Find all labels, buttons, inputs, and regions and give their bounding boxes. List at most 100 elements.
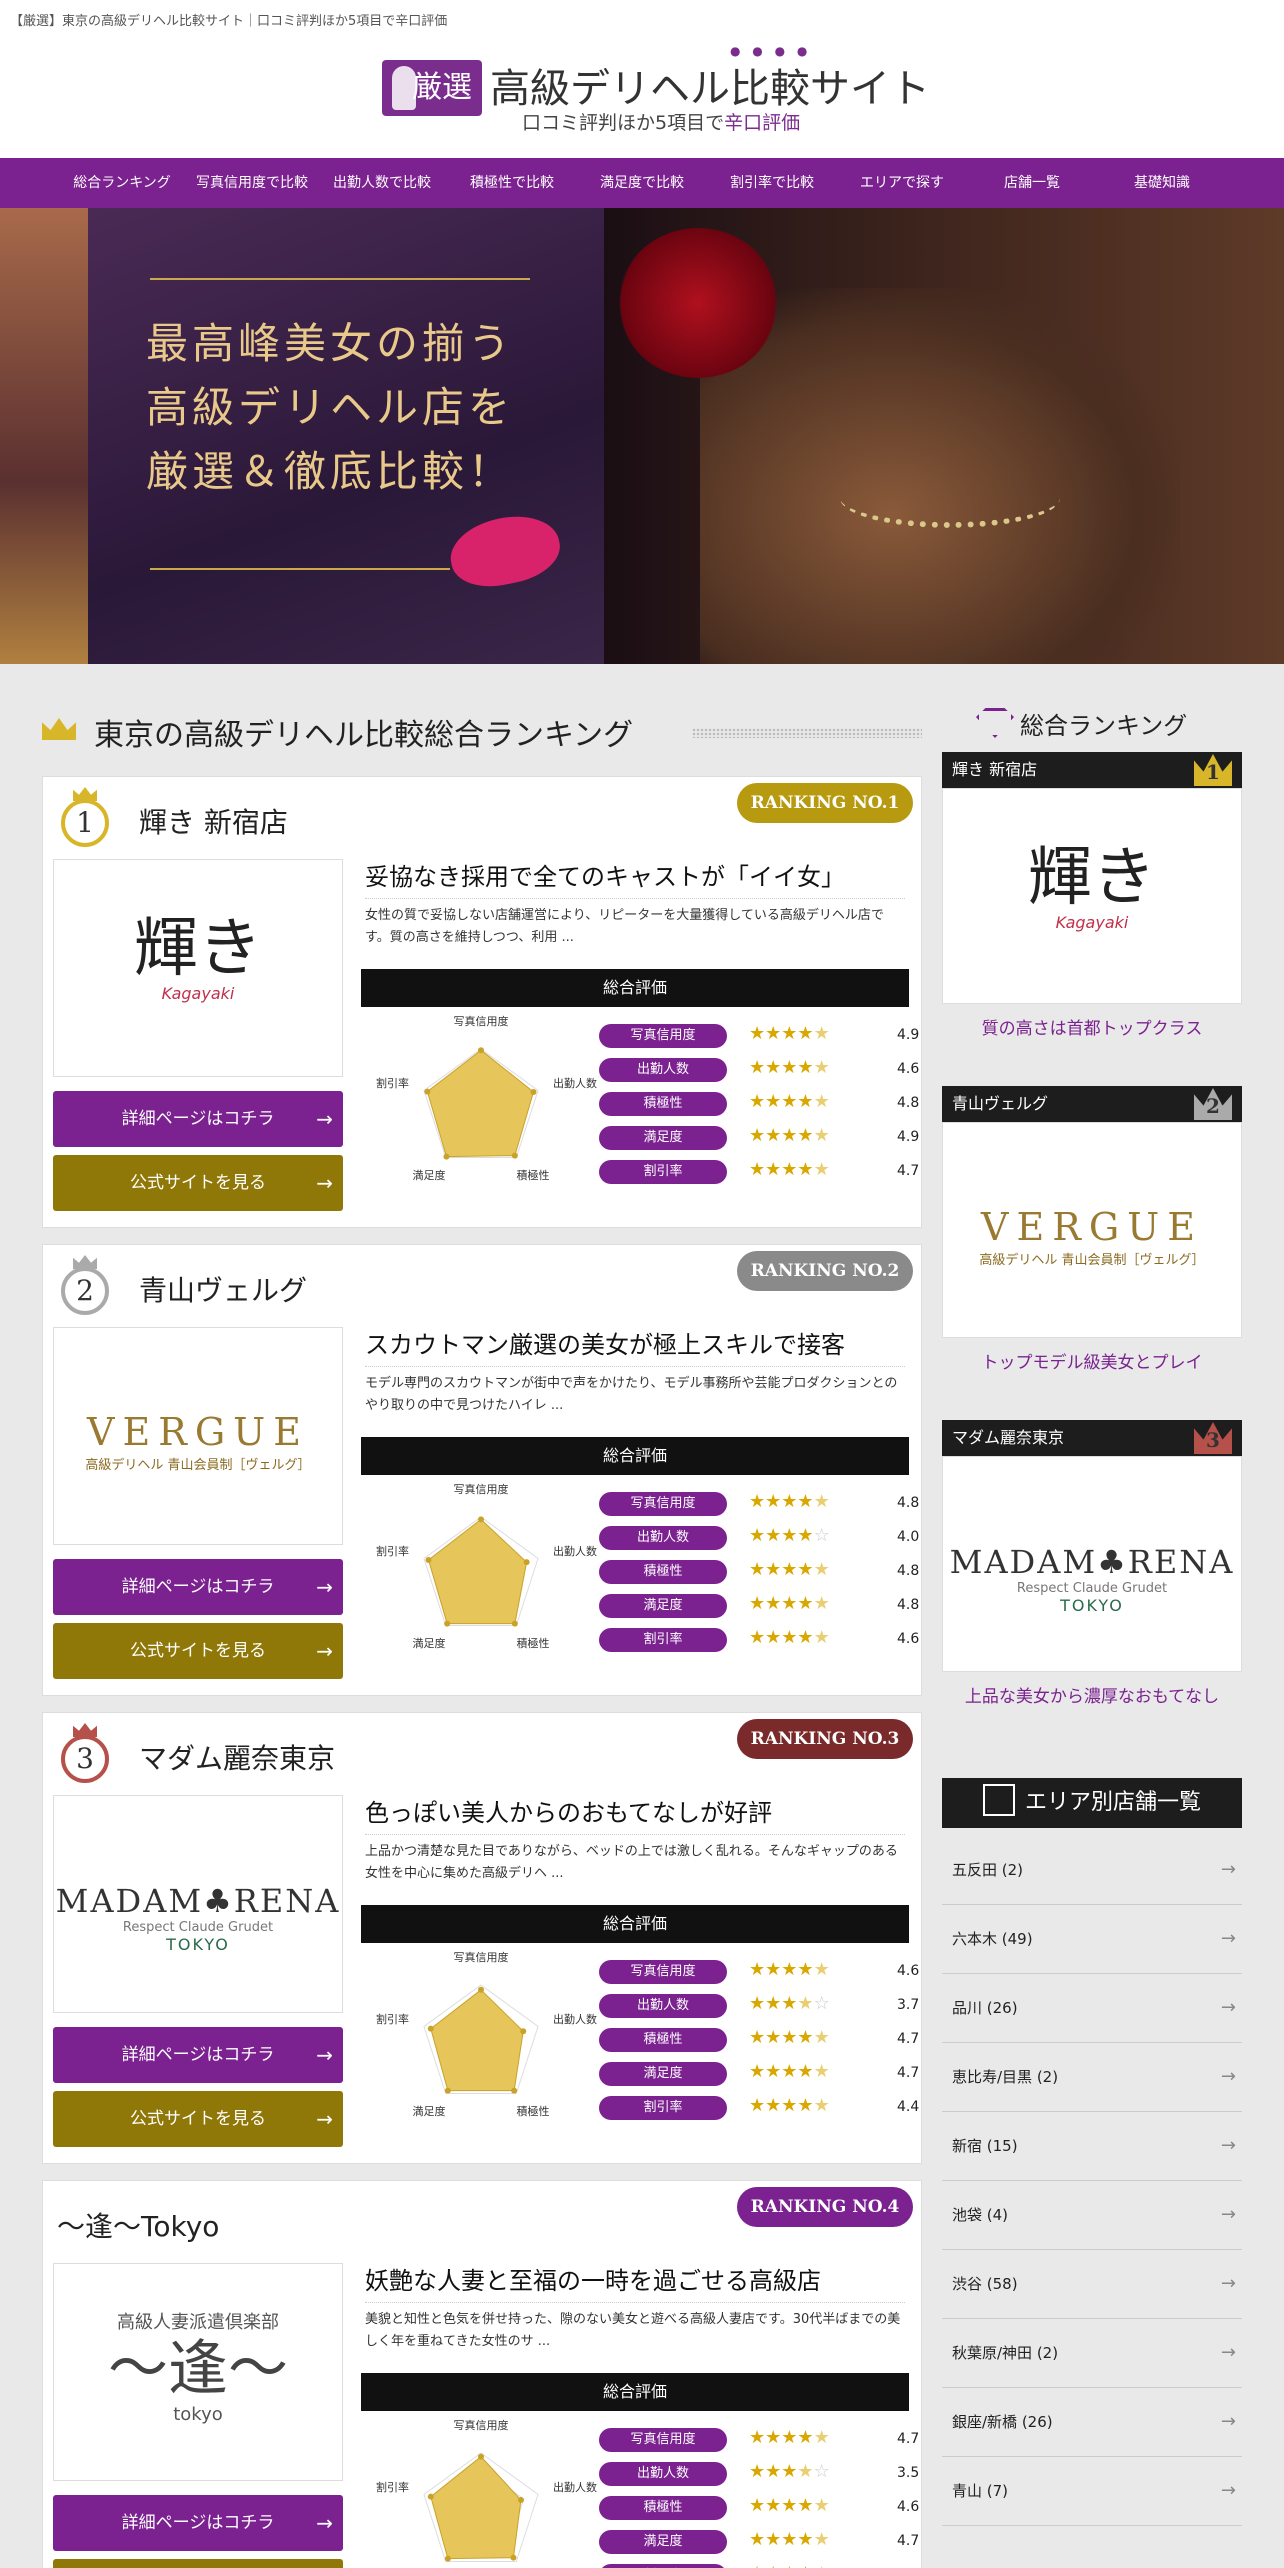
nav-item-8[interactable]: 店舗一覧 [967, 158, 1097, 208]
shop-logo[interactable]: MADAM♣RENA Respect Claude Grudet TOKYO [53, 1795, 343, 2013]
star-icon: ★ [765, 2095, 782, 2116]
sidebar-caption[interactable]: 質の高さは首都トップクラス [942, 1004, 1242, 1054]
official-site-button[interactable]: 公式サイトを見る→ [53, 1623, 343, 1679]
sidebar-shop-logo[interactable]: 輝き Kagayaki [942, 788, 1242, 1004]
area-item[interactable]: 五反田 (2) → [942, 1836, 1242, 1905]
sidebar-shop-logo[interactable]: VERGUE 高級デリヘル 青山会員制［ヴェルグ］ [942, 1122, 1242, 1338]
star-icon: ★ [749, 1627, 766, 1648]
shop-logo-sub: 高級デリヘル 青山会員制［ヴェルグ］ [85, 1458, 311, 1473]
star-icon: ★ [765, 2495, 782, 2516]
score-value: 4.8 [897, 1095, 920, 1111]
shop-logo[interactable]: 高級人妻派遣倶楽部 ～逢～ tokyo [53, 2263, 343, 2481]
area-label: 池袋 (4) [952, 2206, 1009, 2224]
score-label: 積極性 [599, 1092, 727, 1116]
area-item[interactable]: 品川 (26) → [942, 1974, 1242, 2043]
nav-item-6[interactable]: 割引率で比較 [707, 158, 837, 208]
shop-logo-sub: Kagayaki [161, 984, 235, 1003]
area-item[interactable]: 青山 (7) → [942, 2457, 1242, 2526]
sidebar-shop-title: マダム麗奈東京 3 [942, 1420, 1242, 1456]
arrow-right-icon: → [1220, 2342, 1236, 2363]
star-rating: ★★★★★ [749, 1125, 830, 1146]
detail-page-button[interactable]: 詳細ページはコチラ → [53, 1091, 343, 1147]
arrow-right-icon: → [1220, 2480, 1236, 2501]
star-rating: ★★★★☆ [749, 1993, 830, 2014]
star-icon: ★ [749, 2427, 766, 2448]
detail-page-button[interactable]: 詳細ページはコチラ → [53, 2027, 343, 2083]
site-logo[interactable]: 厳選 ● ● ● ● 高級デリヘル比較サイト 口コミ評判ほか5項目で辛口評価 [380, 44, 930, 140]
score-value: 4.0 [897, 1529, 920, 1545]
sidebar-shop-title: 青山ヴェルグ 2 [942, 1086, 1242, 1122]
hero-ornament-bottom [150, 568, 450, 570]
radar-axis-label: 出勤人数 [553, 1544, 597, 1558]
area-item[interactable]: 渋谷 (58) → [942, 2250, 1242, 2319]
star-icon: ★ [749, 1993, 766, 2014]
radar-point [523, 1559, 530, 1566]
arrow-right-icon: → [1220, 1997, 1236, 2018]
area-item[interactable]: 銀座/新橋 (26) → [942, 2388, 1242, 2457]
star-icon: ★ [797, 1593, 814, 1614]
star-icon: ★ [797, 2095, 814, 2116]
score-label: 出勤人数 [599, 1526, 727, 1550]
radar-axis-label: 出勤人数 [553, 2012, 597, 2026]
area-item[interactable]: 恵比寿/目黒 (2) → [942, 2043, 1242, 2112]
nav-item-7[interactable]: エリアで探す [837, 158, 967, 208]
nav-item-9[interactable]: 基礎知識 [1097, 158, 1227, 208]
radar-point [511, 1152, 518, 1159]
shop-name[interactable]: マダム麗奈東京 [139, 1737, 335, 1777]
shop-name[interactable]: ～逢～Tokyo [57, 2205, 219, 2245]
star-icon: ★ [781, 1057, 798, 1078]
star-icon: ★ [797, 1125, 814, 1146]
nav-item-1[interactable]: 総合ランキング [57, 158, 187, 208]
shop-logo[interactable]: 輝き Kagayaki [53, 859, 343, 1077]
sidebar-ranking-card[interactable]: マダム麗奈東京 3 MADAM♣RENA Respect Claude Grudet T… [942, 1420, 1242, 1722]
star-icon: ★ [813, 2061, 830, 2082]
score-value: 4.7 [897, 2031, 920, 2047]
shop-logo[interactable]: VERGUE 高級デリヘル 青山会員制［ヴェルグ］ [53, 1327, 343, 1545]
hero-banner: 最高峰美女の揃う 高級デリヘル店を 厳選＆徹底比較！ [0, 208, 1284, 664]
sidebar-caption[interactable]: トップモデル級美女とプレイ [942, 1338, 1242, 1388]
official-site-button[interactable]: 公式サイトを見る→ [53, 1155, 343, 1211]
star-icon: ★ [781, 2529, 798, 2550]
catch-copy: スカウトマン厳選の美女が極上スキルで接客 [365, 1325, 905, 1367]
radar-chart: 写真信用度出勤人数積極性満足度割引率 [376, 2418, 597, 2563]
sidebar-ranking-card[interactable]: 青山ヴェルグ 2 VERGUE 高級デリヘル 青山会員制［ヴェルグ］ トップモデル級美女… [942, 1086, 1242, 1388]
star-icon: ★ [749, 1593, 766, 1614]
overall-rating-bar: 総合評価 [361, 969, 909, 1007]
star-icon: ★ [765, 2563, 781, 2568]
detail-page-button[interactable]: 詳細ページはコチラ → [53, 2495, 343, 2551]
ranking-card: 1 輝き 新宿店 RANKING NO.1 輝き Kagayaki 詳細ページはコチラ → 公… [42, 776, 922, 1228]
global-nav: 総合ランキング 写真信用度で比較 出勤人数で比較 積極性で比較 満足度で比較 割引率で比較… [0, 158, 1284, 208]
area-label: 品川 (26) [952, 1999, 1018, 2017]
star-rating: ★★★★★ [749, 1627, 830, 1648]
arrow-right-icon: → [1220, 2135, 1236, 2156]
star-icon: ★ [765, 2427, 782, 2448]
area-item[interactable]: 秋葉原/神田 (2) → [942, 2319, 1242, 2388]
star-icon: ★ [765, 1525, 782, 1546]
score-value: 4.9 [897, 1129, 920, 1145]
area-item[interactable]: 新宿 (15) → [942, 2112, 1242, 2181]
official-site-button[interactable]: 公式サイトを見る→ [53, 2091, 343, 2147]
site-header: 【厳選】東京の高級デリヘル比較サイト｜口コミ評判ほか5項目で辛口評価 厳選 ● … [0, 0, 1284, 158]
score-value: 4.8 [897, 1597, 920, 1613]
sidebar-shop-logo[interactable]: MADAM♣RENA Respect Claude Grudet TOKYO [942, 1456, 1242, 1672]
star-icon: ★ [797, 1559, 814, 1580]
sidebar-ranking-card[interactable]: 輝き 新宿店 1 輝き Kagayaki 質の高さは首都トップクラス [942, 752, 1242, 1054]
nav-item-5[interactable]: 満足度で比較 [577, 158, 707, 208]
star-icon: ★ [814, 2563, 830, 2568]
sidebar-caption[interactable]: 上品な美女から濃厚なおもてなし [942, 1672, 1242, 1722]
official-site-button[interactable]: 公式サイトを見る→ [53, 2559, 343, 2568]
shop-name[interactable]: 輝き 新宿店 [139, 801, 288, 841]
area-item[interactable]: 池袋 (4) → [942, 2181, 1242, 2250]
nav-item-2[interactable]: 写真信用度で比較 [187, 158, 317, 208]
nav-item-3[interactable]: 出勤人数で比較 [317, 158, 447, 208]
star-icon: ★ [797, 2529, 814, 2550]
score-value: 4.4 [897, 2099, 920, 2115]
nav-item-4[interactable]: 積極性で比較 [447, 158, 577, 208]
radar-axis-label: 割引率 [376, 1076, 409, 1090]
star-icon: ★ [765, 1125, 782, 1146]
detail-page-button[interactable]: 詳細ページはコチラ → [53, 1559, 343, 1615]
shop-name[interactable]: 青山ヴェルグ [139, 1269, 307, 1309]
star-rating: ★★★★★ [749, 1559, 830, 1580]
area-item[interactable]: 六本木 (49) → [942, 1905, 1242, 1974]
star-icon: ★ [797, 1959, 814, 1980]
